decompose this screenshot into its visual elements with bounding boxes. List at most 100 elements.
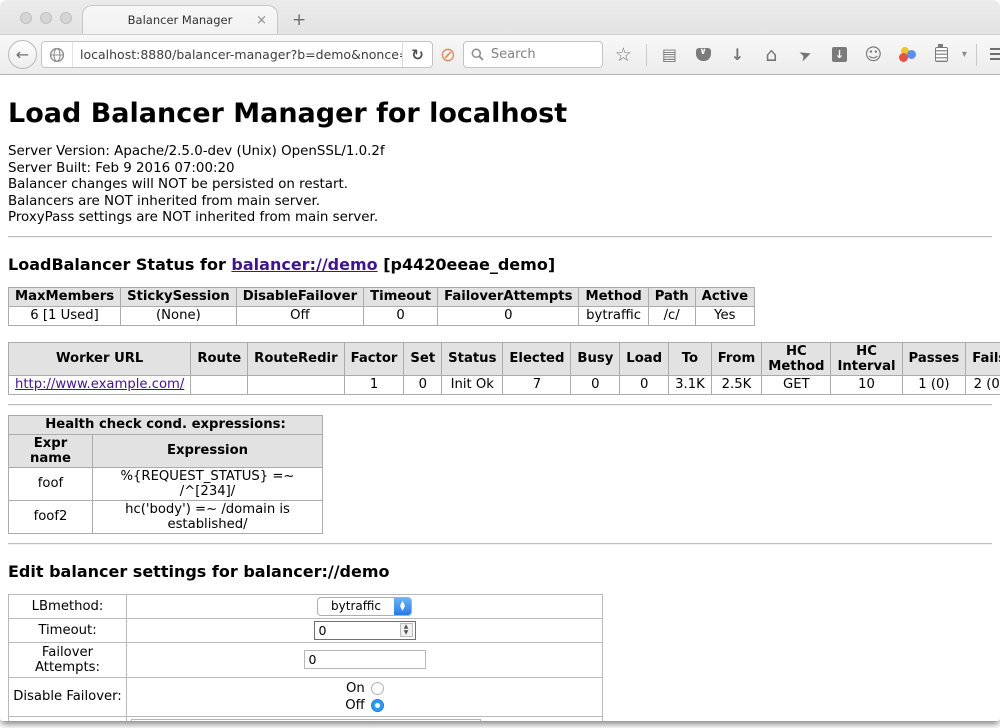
star-icon: ☆ — [615, 44, 632, 66]
divider — [8, 236, 992, 238]
battery-icon — [935, 47, 948, 62]
feedback-button[interactable]: ☺ — [860, 41, 887, 68]
toolbar-separator — [646, 44, 647, 66]
home-button[interactable]: ⌂ — [758, 41, 785, 68]
reload-button[interactable]: ↻ — [402, 42, 432, 67]
search-icon — [471, 48, 484, 61]
cell-fails: 2 (0) — [966, 375, 1000, 394]
col-maxmembers: MaxMembers — [9, 287, 121, 306]
divider — [8, 404, 992, 406]
failover-attempts-input[interactable]: 0 — [304, 650, 426, 669]
back-icon: ← — [16, 45, 29, 64]
col-stickysession: StickySession — [121, 287, 237, 306]
cell-routeredir — [248, 375, 344, 394]
col-elected: Elected — [503, 342, 571, 375]
content-blocked-button[interactable]: ⊘ — [440, 44, 456, 66]
edit-balancer-form: LBmethod: bytraffic ▲▼ Timeout: 0 ▲▼ — [8, 594, 603, 721]
cell-stickysession: (None) — [121, 306, 237, 325]
home-icon: ⌂ — [765, 44, 777, 66]
cell-maxmembers: 6 [1 Used] — [9, 306, 121, 325]
page-content: Load Balancer Manager for localhost Serv… — [0, 98, 1000, 721]
site-identity[interactable] — [42, 42, 73, 67]
disable-failover-label: Disable Failover: — [9, 677, 127, 716]
col-to: To — [669, 342, 712, 375]
downloads-button[interactable]: ↓ — [724, 41, 751, 68]
status-heading-suffix: [p4420eeae_demo] — [378, 255, 556, 274]
tab-close-icon[interactable]: × — [256, 13, 267, 28]
disable-failover-on-radio[interactable] — [371, 682, 384, 695]
timeout-row: Timeout: 0 ▲▼ — [9, 618, 603, 642]
col-disablefailover: DisableFailover — [236, 287, 363, 306]
col-path: Path — [648, 287, 695, 306]
health-check-table: Health check cond. expressions: Expr nam… — [8, 415, 323, 534]
table-row: http://www.example.com/ 1 0 Init Ok 7 0 … — [9, 375, 1000, 394]
lbmethod-row: LBmethod: bytraffic ▲▼ — [9, 594, 603, 618]
search-bar[interactable] — [463, 41, 603, 68]
col-route: Route — [191, 342, 248, 375]
page-title: Load Balancer Manager for localhost — [8, 98, 992, 129]
lbmethod-label: LBmethod: — [9, 594, 127, 618]
loadbalancer-status-heading: LoadBalancer Status for balancer://demo … — [8, 255, 992, 274]
radio-off-label: Off — [345, 698, 364, 713]
download-box-icon: ↓ — [832, 47, 847, 62]
cell-expr-name: foof — [9, 467, 93, 500]
back-button[interactable]: ← — [8, 40, 37, 69]
cell-disablefailover: Off — [236, 306, 363, 325]
bookmark-star-button[interactable]: ☆ — [610, 41, 637, 68]
cell-hc-interval: 10 — [831, 375, 902, 394]
col-failoverattempts: FailoverAttempts — [438, 287, 579, 306]
battery-extension-button[interactable] — [928, 41, 955, 68]
balancer-demo-link[interactable]: balancer://demo — [231, 255, 377, 274]
sticky-session-input[interactable] — [131, 719, 481, 721]
menu-button[interactable] — [986, 41, 1000, 68]
sticky-session-row: Sticky Session: (Use '-' to delete) — [9, 716, 603, 721]
server-info: Server Version: Apache/2.5.0-dev (Unix) … — [8, 144, 992, 227]
lbmethod-select[interactable]: bytraffic ▲▼ — [317, 597, 412, 616]
failover-attempts-label: Failover Attempts: — [9, 642, 127, 677]
reload-icon: ↻ — [411, 46, 424, 64]
proxypass-note-line: ProxyPass settings are NOT inherited fro… — [8, 210, 992, 227]
clipboard-button[interactable]: ▤ — [656, 41, 683, 68]
window-controls — [20, 12, 72, 24]
cell-method: bytraffic — [579, 306, 648, 325]
search-input[interactable] — [489, 46, 589, 63]
number-spinner-icon[interactable]: ▲▼ — [400, 623, 413, 637]
cell-route — [191, 375, 248, 394]
table-header-row: Expr name Expression — [9, 434, 323, 467]
hamburger-icon — [990, 48, 1000, 61]
cell-to: 3.1K — [669, 375, 712, 394]
overflow-caret-button[interactable]: ▾ — [962, 49, 967, 60]
radio-on-label: On — [346, 681, 365, 696]
cell-factor: 1 — [344, 375, 404, 394]
disable-failover-off-radio[interactable] — [371, 699, 384, 712]
url-bar[interactable]: localhost:8880/balancer-manager?b=demo&n… — [41, 41, 433, 68]
tab-balancer-manager[interactable]: Balancer Manager × — [82, 5, 278, 34]
pocket-button[interactable] — [690, 41, 717, 68]
save-page-button[interactable]: ↓ — [826, 41, 853, 68]
worker-table: Worker URL Route RouteRedir Factor Set S… — [8, 342, 1000, 395]
cell-set: 0 — [404, 375, 442, 394]
zoom-window-button[interactable] — [60, 12, 72, 24]
send-tab-button[interactable]: ➤ — [792, 41, 819, 68]
close-window-button[interactable] — [20, 12, 32, 24]
cell-expression: hc('body') =~ /domain is established/ — [93, 500, 323, 533]
extension-dots-button[interactable] — [894, 41, 921, 68]
cell-failoverattempts: 0 — [438, 306, 579, 325]
minimize-window-button[interactable] — [40, 12, 52, 24]
cell-busy: 0 — [571, 375, 620, 394]
cell-passes: 1 (0) — [902, 375, 966, 394]
timeout-label: Timeout: — [9, 618, 127, 642]
url-text[interactable]: localhost:8880/balancer-manager?b=demo&n… — [73, 47, 402, 62]
table-row: 6 [1 Used] (None) Off 0 0 bytraffic /c/ … — [9, 306, 755, 325]
col-method: Method — [579, 287, 648, 306]
blocked-icon: ⊘ — [440, 44, 456, 66]
timeout-value: 0 — [319, 623, 400, 638]
new-tab-button[interactable]: + — [292, 10, 306, 30]
browser-window: Balancer Manager × + ← localhost:8880/ba… — [0, 0, 1000, 721]
table-header-row: MaxMembers StickySession DisableFailover… — [9, 287, 755, 306]
edit-settings-heading: Edit balancer settings for balancer://de… — [8, 562, 992, 581]
worker-url-link[interactable]: http://www.example.com/ — [15, 377, 184, 392]
timeout-input[interactable]: 0 ▲▼ — [314, 621, 416, 640]
col-routeredir: RouteRedir — [248, 342, 344, 375]
pocket-icon — [696, 48, 711, 61]
